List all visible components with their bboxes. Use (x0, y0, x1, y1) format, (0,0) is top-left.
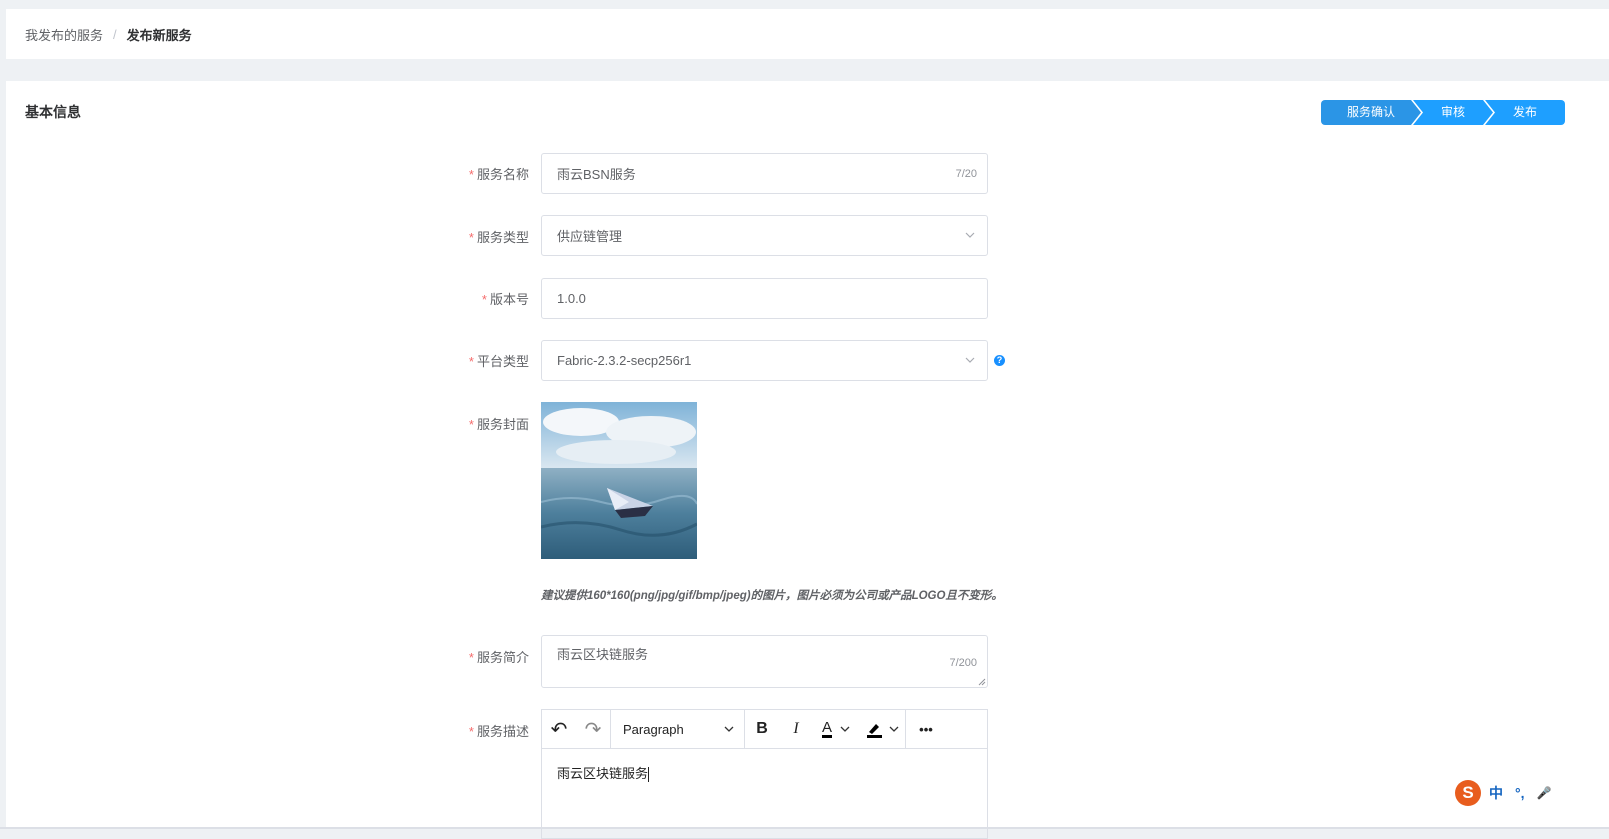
form-card: 基本信息 服务确认 审核 发布 * 服务名称 雨云BSN服务 7/20 * 服务类型… (6, 81, 1609, 839)
history-group: ↶ ↷ (542, 710, 611, 748)
required-mark: * (468, 167, 474, 182)
rich-text-editor: ↶ ↷ Paragraph B I A ••• 雨云区块链服务 (541, 709, 988, 839)
service-intro-counter: 7/200 (949, 657, 977, 669)
service-name-input[interactable]: 雨云BSN服务 7/20 (541, 153, 988, 194)
platform-type-select[interactable]: Fabric-2.3.2-secp256r1 (541, 340, 988, 381)
chevron-down-icon (889, 726, 899, 732)
highlighter-icon (867, 724, 882, 738)
block-format-value: Paragraph (623, 721, 684, 737)
service-name-label: * 服务名称 (468, 167, 529, 182)
editor-content[interactable]: 雨云区块链服务 (542, 749, 987, 796)
service-type-label: * 服务类型 (468, 230, 529, 245)
section-title: 基本信息 (25, 104, 81, 120)
undo-icon[interactable]: ↶ (542, 710, 576, 748)
chevron-down-icon (965, 357, 975, 363)
breadcrumb-separator: / (113, 26, 117, 42)
help-icon[interactable]: ? (994, 355, 1005, 366)
text-caret (648, 767, 650, 783)
service-desc-label: * 服务描述 (468, 724, 529, 739)
editor-text: 雨云区块链服务 (557, 766, 649, 781)
service-type-select[interactable]: 供应链管理 (541, 215, 988, 256)
format-group: B I A (745, 710, 906, 748)
resize-handle-icon[interactable] (978, 678, 986, 686)
chevron-down-icon (724, 726, 734, 732)
breadcrumb-parent-link[interactable]: 我发布的服务 (25, 25, 103, 44)
breadcrumb: 我发布的服务 / 发布新服务 (6, 9, 1609, 59)
ime-toolbar[interactable]: S 中 °, 🎤 (1455, 778, 1609, 808)
sogou-logo-icon[interactable]: S (1455, 780, 1481, 806)
service-name-value: 雨云BSN服务 (557, 167, 636, 182)
step-confirm: 服务确认 (1321, 100, 1421, 125)
service-intro-textarea[interactable]: 雨云区块链服务 7/200 (541, 635, 988, 688)
italic-icon[interactable]: I (779, 710, 813, 748)
highlight-color-button[interactable] (859, 710, 905, 748)
more-group: ••• (906, 710, 946, 748)
chevron-down-icon (840, 726, 850, 732)
microphone-icon[interactable]: 🎤 (1537, 786, 1552, 800)
version-input[interactable]: 1.0.0 (541, 278, 988, 319)
version-label: * 版本号 (481, 292, 529, 307)
paper-boat-image (541, 402, 697, 559)
breadcrumb-current: 发布新服务 (126, 27, 192, 43)
step-publish: 发布 (1485, 100, 1565, 125)
service-type-value: 供应链管理 (557, 229, 623, 244)
service-cover-label: * 服务封面 (468, 417, 529, 432)
platform-type-label: * 平台类型 (468, 354, 529, 369)
editor-toolbar: ↶ ↷ Paragraph B I A ••• (542, 710, 987, 749)
service-name-counter: 7/20 (955, 167, 977, 180)
service-intro-label: * 服务简介 (468, 650, 529, 665)
font-color-button[interactable]: A (813, 710, 859, 748)
step-review: 审核 (1413, 100, 1493, 125)
more-icon[interactable]: ••• (906, 710, 946, 748)
ime-punct-toggle[interactable]: °, (1515, 785, 1525, 801)
progress-steps: 服务确认 审核 发布 (1321, 100, 1565, 125)
service-intro-value: 雨云区块链服务 (557, 647, 649, 662)
cover-hint: 建议提供160*160(png/jpg/gif/bmp/jpeg)的图片，图片必… (541, 590, 1003, 602)
redo-icon[interactable]: ↷ (576, 710, 610, 748)
cover-image[interactable] (541, 402, 697, 559)
block-format-select[interactable]: Paragraph (611, 710, 744, 748)
ime-lang-toggle[interactable]: 中 (1489, 783, 1503, 803)
version-value: 1.0.0 (557, 291, 586, 306)
font-color-icon: A (821, 719, 832, 738)
bold-icon[interactable]: B (745, 710, 779, 748)
platform-type-value: Fabric-2.3.2-secp256r1 (557, 353, 692, 368)
chevron-down-icon (965, 232, 975, 238)
block-format-group: Paragraph (611, 710, 745, 748)
